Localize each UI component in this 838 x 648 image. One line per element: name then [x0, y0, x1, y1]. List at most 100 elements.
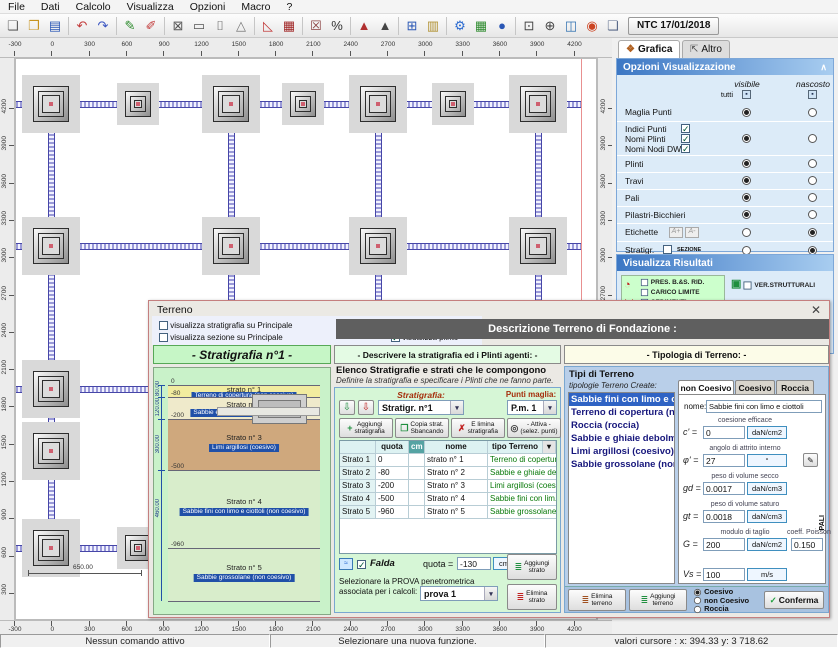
shield-icon[interactable]: ●: [492, 16, 512, 36]
save-icon[interactable]: ▤: [45, 16, 65, 36]
falda-checkbox[interactable]: [357, 560, 366, 569]
monitor-icon[interactable]: ▦: [471, 16, 491, 36]
gear-icon[interactable]: ⚙: [450, 16, 470, 36]
strati-table-row[interactable]: Strato 3-200Strato n° 3Limi argillosi (c…: [340, 480, 556, 493]
ntc-norm-button[interactable]: NTC 17/01/2018: [628, 17, 719, 35]
dialog-option-checkbox[interactable]: [159, 321, 168, 330]
import-strat-icon[interactable]: ⇩: [339, 400, 355, 415]
beam-horizontal[interactable]: [16, 243, 581, 250]
new-file-icon[interactable]: ❏: [3, 16, 23, 36]
plinth[interactable]: [432, 83, 474, 125]
tab-roccia[interactable]: Roccia: [776, 380, 814, 394]
tipologia-list-item[interactable]: Sabbie e ghiaie debolmente limose: [569, 432, 674, 445]
nascosto-radio[interactable]: [808, 159, 817, 168]
punti-maglia-select[interactable]: P.m. 1▾: [507, 400, 557, 415]
plinth[interactable]: [202, 217, 260, 275]
strati-table-header-cell[interactable]: cm: [409, 441, 425, 453]
tipo-terreno-dropdown-icon[interactable]: ▾: [543, 441, 556, 453]
select-window-icon[interactable]: ⊠: [168, 16, 188, 36]
menu-item-macro[interactable]: Macro: [241, 1, 270, 13]
menu-item-file[interactable]: File: [8, 1, 25, 13]
opzioni-header[interactable]: Opzioni Visualizzazione ∧: [617, 59, 833, 75]
plinth[interactable]: [22, 360, 80, 418]
dialog-option-checkbox[interactable]: [159, 333, 168, 342]
menu-item-calcolo[interactable]: Calcolo: [76, 1, 111, 13]
plinth[interactable]: [349, 75, 407, 133]
pile-icon[interactable]: ⌷: [210, 16, 230, 36]
strati-table-row[interactable]: Strato 4-500Strato n° 4Sabbie fini con l…: [340, 493, 556, 506]
nascosto-radio[interactable]: [808, 193, 817, 202]
stratigrafia-select[interactable]: Stratigr. n°1▾: [378, 400, 464, 415]
tutti-nascosto-toggle[interactable]: [808, 90, 817, 99]
tab-coesivo[interactable]: Coesivo: [735, 380, 775, 394]
soil-layer[interactable]: Strato n° 5Sabbie grossolane (non coesiv…: [168, 548, 320, 601]
printer-icon[interactable]: ▥: [423, 16, 443, 36]
risultati-checkbox[interactable]: [744, 281, 752, 289]
report-doc-icon[interactable]: ❏: [603, 16, 623, 36]
redo-icon[interactable]: ↷: [93, 16, 113, 36]
mound-icon[interactable]: △: [231, 16, 251, 36]
falda-quota-input[interactable]: -130: [457, 557, 491, 570]
visibile-radio[interactable]: [742, 159, 751, 168]
nascosto-radio[interactable]: [808, 176, 817, 185]
percent-icon[interactable]: %: [327, 16, 347, 36]
plinth[interactable]: [349, 217, 407, 275]
undo-icon[interactable]: ↶: [72, 16, 92, 36]
plinth[interactable]: [509, 217, 567, 275]
menu-item-opzioni[interactable]: Opzioni: [190, 1, 226, 13]
opzioni-row-checkbox[interactable]: [681, 124, 690, 133]
font-size-button[interactable]: A-: [685, 227, 699, 238]
font-size-button[interactable]: A+: [669, 227, 683, 238]
c-input[interactable]: 0: [703, 426, 745, 439]
slope-icon[interactable]: ◺: [258, 16, 278, 36]
strati-table-row[interactable]: Strato 10strato n° 1Terreno di copertur.…: [340, 454, 556, 467]
opzioni-row-checkbox[interactable]: [681, 134, 690, 143]
open-folder-icon[interactable]: ❐: [24, 16, 44, 36]
attiva-selezione-button[interactable]: ◎- Attiva -(selez. punti): [507, 418, 561, 438]
menu-item-visualizza[interactable]: Visualizza: [127, 1, 174, 13]
elimina-terreno-button[interactable]: ≣Eliminaterreno: [568, 589, 626, 611]
plinth[interactable]: [202, 75, 260, 133]
export-strat-icon[interactable]: ⇩: [358, 400, 374, 415]
tipologie-listbox[interactable]: Sabbie fini con limo e ciottoliTerreno d…: [568, 392, 675, 584]
strati-table-row[interactable]: Strato 5-960Strato n° 5Sabbie grossolane…: [340, 506, 556, 519]
aggiungi-stratigrafia-button[interactable]: +Aggiungistratigrafia: [339, 418, 393, 438]
elimina-stratigrafia-button[interactable]: ✗E liminastratigrafia: [451, 418, 505, 438]
visibile-radio[interactable]: [742, 193, 751, 202]
tutti-visibile-toggle[interactable]: [742, 90, 751, 99]
close-icon[interactable]: ✕: [811, 303, 821, 317]
visibile-radio[interactable]: [742, 210, 751, 219]
copia-stratigrafia-button[interactable]: ❐Copia strat.Sbancando: [395, 418, 449, 438]
aggiungi-strato-button[interactable]: ≣Aggiungistrato: [507, 554, 557, 580]
image-export-icon[interactable]: ◫: [561, 16, 581, 36]
visibile-radio[interactable]: [742, 108, 751, 117]
tipologia-list-item[interactable]: Sabbie fini con limo e ciottoli: [569, 393, 674, 406]
nascosto-radio[interactable]: [808, 228, 817, 237]
strati-table-header-cell[interactable]: tipo Terreno: [488, 441, 543, 453]
aggiungi-terreno-button[interactable]: ≣Aggiungiterreno: [629, 589, 687, 611]
-input[interactable]: 27: [703, 454, 745, 467]
soil-layer[interactable]: Strato n° 3Limi argillosi (coesivo): [168, 419, 320, 470]
pencils-icon[interactable]: ✐: [141, 16, 161, 36]
color-wheel-icon[interactable]: ◉: [582, 16, 602, 36]
edit-data-icon[interactable]: ✎: [120, 16, 140, 36]
shape-rect-icon[interactable]: ▭: [189, 16, 209, 36]
risultati-header[interactable]: Visualizza Risultati: [617, 255, 833, 271]
opzioni-row-checkbox[interactable]: [663, 245, 672, 254]
plinth[interactable]: [22, 422, 80, 480]
beam-vertical[interactable]: [48, 104, 55, 548]
nascosto-radio[interactable]: [808, 210, 817, 219]
plinth[interactable]: [22, 519, 80, 577]
tipologia-list-item[interactable]: Terreno di copertura (non coesivo): [569, 406, 674, 419]
collapse-icon[interactable]: ∧: [820, 62, 827, 73]
edit-phi-button[interactable]: ✎: [803, 453, 818, 467]
tipologia-list-item[interactable]: Sabbie grossolane (non coesivo): [569, 458, 674, 471]
tab-non-coesivo[interactable]: non Coesivo: [678, 380, 734, 394]
window-grid-icon[interactable]: ⊞: [402, 16, 422, 36]
plinth[interactable]: [22, 217, 80, 275]
conferma-button[interactable]: ✓Conferma: [764, 591, 824, 609]
poisson-input[interactable]: 0.150: [791, 538, 823, 551]
tipologia-list-item[interactable]: Roccia (roccia): [569, 419, 674, 432]
risultati-checkbox[interactable]: [641, 289, 648, 296]
strati-table-row[interactable]: Strato 2-80Strato n° 2Sabbie e ghiaie de…: [340, 467, 556, 480]
